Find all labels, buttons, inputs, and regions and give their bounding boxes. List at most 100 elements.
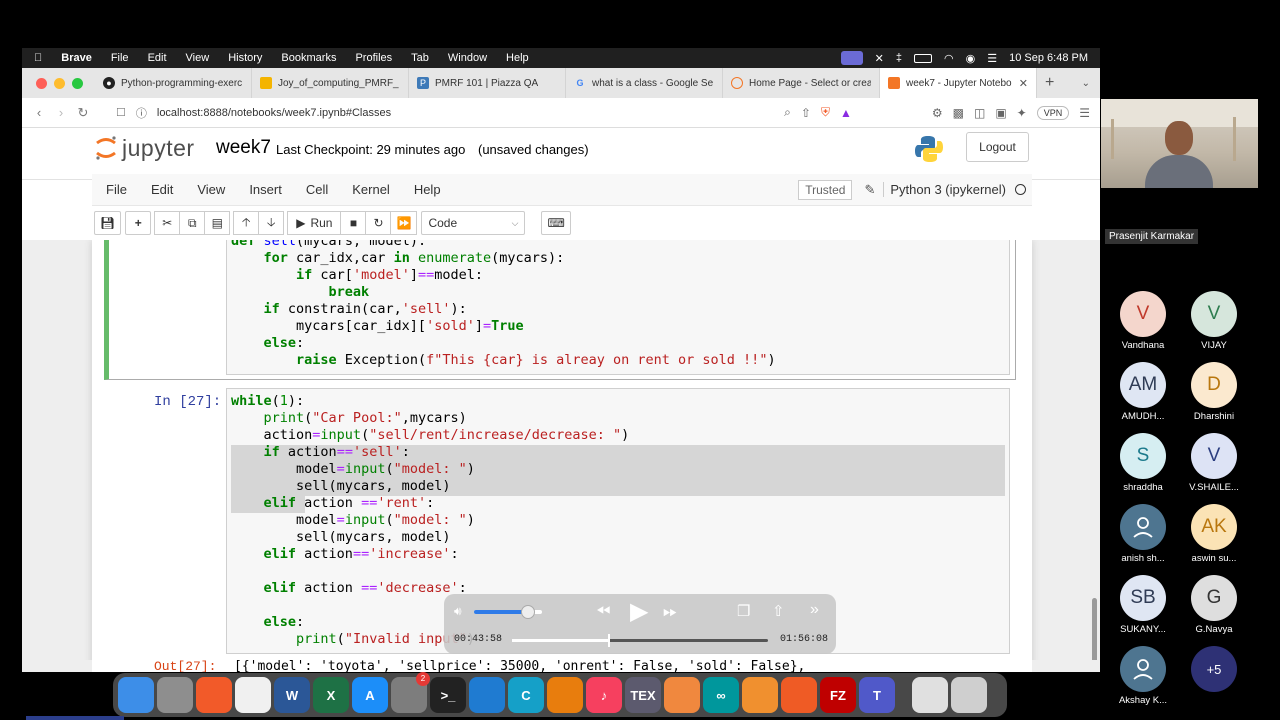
dock-pen-app-icon[interactable] (664, 677, 700, 713)
jmenu-help[interactable]: Help (402, 182, 453, 197)
notebook-name[interactable]: week7 (216, 137, 271, 159)
new-tab-button[interactable]: + (1045, 74, 1054, 92)
participant-tile[interactable]: V V.SHAILE... (1178, 433, 1250, 493)
jmenu-edit[interactable]: Edit (139, 182, 185, 197)
minimize-window-button[interactable] (54, 77, 65, 89)
menubar-item-help[interactable]: Help (506, 52, 529, 64)
dock-c-app-icon[interactable]: C (508, 677, 544, 713)
menubar-item-window[interactable]: Window (448, 52, 487, 64)
dock-blender-icon[interactable] (547, 677, 583, 713)
menubar-item-profiles[interactable]: Profiles (355, 52, 392, 64)
dock-brave-icon[interactable] (196, 677, 232, 713)
dock-finder-icon[interactable] (118, 677, 154, 713)
jmenu-insert[interactable]: Insert (237, 182, 294, 197)
bluetooth-off-icon[interactable]: ✕ (875, 52, 884, 65)
restart-button[interactable]: ↻ (365, 211, 392, 235)
menubar-item-bookmarks[interactable]: Bookmarks (281, 52, 336, 64)
share-icon[interactable]: ⇧ (772, 602, 785, 620)
copy-button[interactable]: ⧉ (179, 211, 206, 235)
interrupt-button[interactable]: ■ (340, 211, 367, 235)
dock-document-icon[interactable] (912, 677, 948, 713)
participant-tile[interactable]: Sshraddha (1107, 433, 1179, 493)
dock-sourcetree-icon[interactable] (742, 677, 778, 713)
tab-joy-of-computing[interactable]: Joy_of_computing_PMRF_ (252, 68, 409, 98)
trusted-indicator[interactable]: Trusted (798, 179, 853, 200)
menubar-item-view[interactable]: View (186, 52, 210, 64)
participant-tile[interactable]: AM AMUDH... (1107, 362, 1179, 422)
picture-in-picture-icon[interactable]: ❐ (737, 602, 750, 620)
rewind-icon[interactable]: ⏪︎ (596, 601, 610, 622)
dock-music-icon[interactable]: ♪ (586, 677, 622, 713)
dock-word-icon[interactable]: W (274, 677, 310, 713)
audio-icon[interactable]: ‡ (896, 52, 902, 64)
expand-icon[interactable]: » (810, 601, 819, 619)
participant-tile[interactable]: anish sh... (1107, 504, 1179, 564)
save-button[interactable]: 💾︎ (94, 211, 122, 235)
jmenu-kernel[interactable]: Kernel (340, 182, 402, 197)
move-up-button[interactable]: 🡡 (233, 211, 260, 235)
leo-icon[interactable]: ✦ (1017, 106, 1027, 120)
jmenu-file[interactable]: File (92, 182, 139, 197)
wifi-icon[interactable]: ◠ (944, 52, 954, 65)
tab-home-page[interactable]: Home Page - Select or crea (723, 68, 880, 98)
wallet-icon[interactable]: ▣ (995, 106, 1006, 120)
share-icon[interactable]: ⇧ (801, 106, 811, 120)
play-icon[interactable]: ▶ (630, 597, 648, 626)
dock-filezilla-icon[interactable]: FZ (820, 677, 856, 713)
vpn-button[interactable]: VPN (1036, 105, 1070, 120)
puzzle-icon[interactable]: ▩ (953, 106, 964, 120)
insert-cell-button[interactable]: + (125, 211, 152, 235)
participant-tile[interactable]: AK aswin su... (1178, 504, 1250, 564)
zoom-icon[interactable]: ⌕ (784, 105, 791, 120)
screen-share-icon[interactable] (840, 51, 863, 65)
reload-button[interactable]: ↻ (72, 105, 94, 121)
run-button[interactable]: ▶ Run (287, 211, 342, 235)
kernel-name[interactable]: Python 3 (ipykernel) (883, 182, 1006, 197)
tab-google-search[interactable]: G what is a class - Google Se (566, 68, 723, 98)
close-window-button[interactable] (36, 77, 47, 89)
control-center-icon[interactable]: ☰ (987, 52, 997, 65)
dock-system-settings-icon[interactable]: 2 (391, 672, 430, 713)
menubar-datetime[interactable]: 10 Sep 6:48 PM (1009, 52, 1088, 64)
extensions-icon[interactable]: ⚙ (932, 106, 943, 120)
volume-slider[interactable] (474, 605, 542, 619)
menubar-item-history[interactable]: History (228, 52, 262, 64)
tab-search-chevron-icon[interactable]: ⌄ (1082, 78, 1090, 89)
menubar-app-name[interactable]: Brave (61, 52, 92, 64)
tab-piazza[interactable]: P PMRF 101 | Piazza QA (409, 68, 566, 98)
menubar-item-edit[interactable]: Edit (148, 52, 167, 64)
zoom-window-button[interactable] (72, 77, 83, 89)
self-video-tile[interactable] (1101, 99, 1258, 188)
cut-button[interactable]: ✂ (154, 211, 181, 235)
code-cell-selected[interactable]: def sell(mycars, model): for car_idx,car… (104, 240, 1016, 380)
back-button[interactable]: ‹ (28, 105, 50, 120)
brave-rewards-icon[interactable]: ▲ (840, 106, 852, 120)
dock-texshop-icon[interactable]: TEX (625, 677, 661, 713)
user-icon[interactable]: ◉ (966, 52, 976, 65)
brave-shields-icon[interactable]: ⛨ (821, 105, 830, 120)
dock-terminal-icon[interactable]: >_ (430, 677, 466, 713)
restart-run-all-button[interactable]: ⏩ (390, 211, 418, 235)
participant-tile[interactable]: D Dharshini (1178, 362, 1250, 422)
sidebar-icon[interactable]: ◫ (974, 106, 985, 120)
fast-forward-icon[interactable]: ⏩︎ (663, 601, 677, 622)
participant-tile[interactable]: Akshay K... (1107, 646, 1179, 706)
participant-tile[interactable]: SB SUKANY... (1107, 575, 1179, 635)
participant-tile[interactable]: +5 (1178, 646, 1250, 692)
tab-github[interactable]: ● Python-programming-exerc (95, 68, 252, 98)
dock-arduino-icon[interactable]: ∞ (703, 677, 739, 713)
volume-knob[interactable] (521, 605, 536, 619)
dock-postman-icon[interactable] (781, 677, 817, 713)
dock-launchpad-icon[interactable] (157, 677, 193, 713)
participant-tile[interactable]: V VIJAY (1178, 291, 1250, 351)
paste-button[interactable]: ▤ (204, 211, 231, 235)
dock-excel-icon[interactable]: X (313, 677, 349, 713)
jupyter-logo[interactable]: jupyter (94, 134, 195, 162)
battery-icon[interactable] (914, 53, 933, 63)
close-tab-icon[interactable]: ✕ (1019, 77, 1028, 90)
site-info-icon[interactable]: ⓘ (136, 105, 147, 121)
menubar-item-tab[interactable]: Tab (411, 52, 429, 64)
dock-freeform-icon[interactable] (235, 677, 271, 713)
jmenu-cell[interactable]: Cell (294, 182, 340, 197)
bookmark-icon[interactable]: ☐ (116, 106, 126, 119)
